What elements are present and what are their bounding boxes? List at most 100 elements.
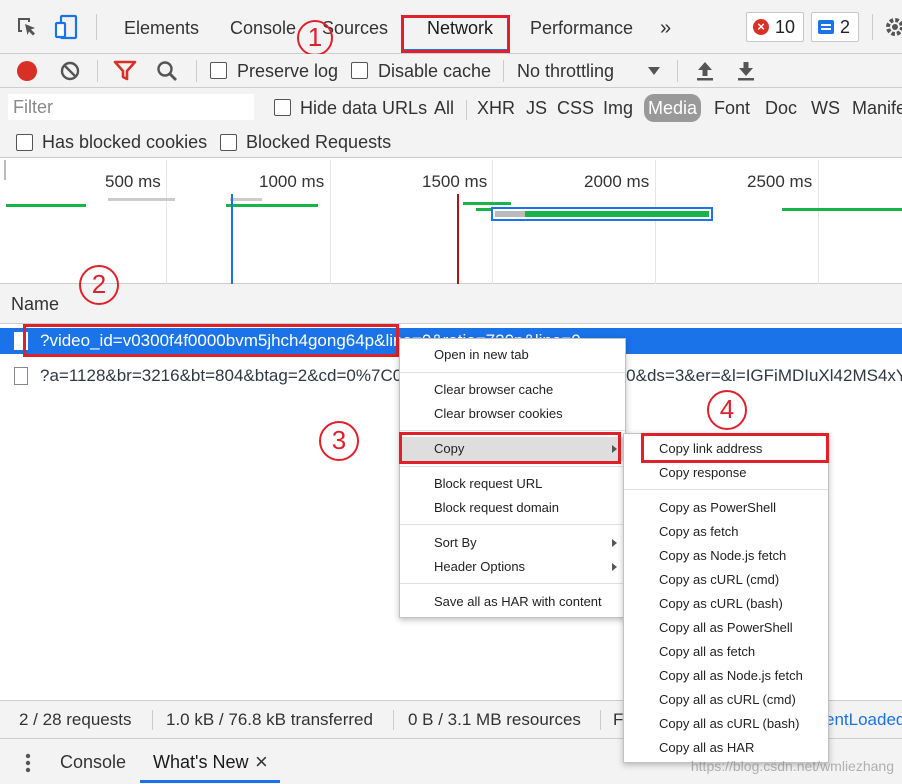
timeline-bar	[6, 204, 86, 207]
tab-elements[interactable]: Elements	[124, 0, 199, 54]
errors-badge[interactable]: × 10	[746, 12, 805, 42]
hide-data-urls-label: Hide data URLs	[300, 98, 428, 118]
gridline	[492, 160, 493, 284]
divider	[466, 100, 467, 120]
type-filter-all[interactable]: All	[434, 94, 454, 122]
tick-label: 2500 ms	[747, 172, 813, 191]
filter-icon[interactable]	[113, 60, 137, 82]
drawer-menu-icon[interactable]	[24, 752, 32, 774]
menu-separator	[400, 583, 625, 584]
type-filter-font[interactable]: Font	[714, 94, 750, 122]
menu-item-copy-link-address[interactable]: Copy link address	[624, 437, 828, 461]
menu-item-copy-all-fetch[interactable]: Copy all as fetch	[624, 640, 828, 664]
more-tabs-button[interactable]: »	[660, 0, 671, 54]
type-filter-manifest[interactable]: Manife	[852, 94, 902, 122]
menu-item-sort-by[interactable]: Sort By	[400, 531, 625, 555]
type-filter-ws[interactable]: WS	[811, 94, 840, 122]
dom-content-loaded-time: entLoaded	[825, 710, 902, 729]
menu-item-copy-node-fetch[interactable]: Copy as Node.js fetch	[624, 544, 828, 568]
watermark: https://blog.csdn.net/wmliezhang	[690, 758, 894, 774]
throttling-select[interactable]: No throttling	[517, 54, 614, 88]
close-icon[interactable]: ×	[255, 739, 268, 784]
search-icon[interactable]	[155, 59, 179, 83]
menu-item-clear-cache[interactable]: Clear browser cache	[400, 378, 625, 402]
disable-cache-label: Disable cache	[378, 61, 492, 81]
drawer-active-indicator	[140, 780, 280, 783]
submenu-arrow-icon	[612, 539, 617, 547]
type-filter-css[interactable]: CSS	[557, 94, 594, 122]
tab-performance[interactable]: Performance	[530, 0, 633, 54]
divider	[152, 710, 153, 730]
gridline	[4, 160, 6, 180]
clear-icon[interactable]	[59, 60, 81, 82]
type-filter-xhr[interactable]: XHR	[477, 94, 515, 122]
menu-item-save-har[interactable]: Save all as HAR with content	[400, 590, 625, 614]
has-blocked-cookies-checkbox[interactable]	[16, 134, 33, 151]
settings-gear-icon[interactable]	[884, 16, 902, 38]
annotation-number-4: 4	[707, 390, 747, 430]
record-icon[interactable]	[17, 61, 37, 81]
drawer-tab-console[interactable]: Console	[60, 739, 126, 784]
network-overview[interactable]: 500 ms 1000 ms 1500 ms 2000 ms 2500 ms	[0, 160, 902, 284]
menu-item-copy-all-curl-bash[interactable]: Copy all as cURL (bash)	[624, 712, 828, 736]
gridline	[818, 160, 819, 284]
divider	[196, 60, 197, 82]
dom-content-loaded-marker	[231, 194, 233, 284]
import-har-icon[interactable]	[694, 59, 716, 83]
tick-label: 1500 ms	[422, 172, 488, 191]
media-file-icon	[14, 367, 28, 385]
type-filter-media[interactable]: Media	[644, 94, 702, 122]
has-blocked-cookies-label: Has blocked cookies	[42, 132, 208, 152]
disable-cache-checkbox[interactable]	[351, 62, 368, 79]
menu-item-copy-powershell[interactable]: Copy as PowerShell	[624, 496, 828, 520]
export-har-icon[interactable]	[735, 59, 757, 83]
request-context-menu: Open in new tab Clear browser cache Clea…	[399, 338, 626, 618]
timeline-bar	[108, 198, 175, 201]
type-filter-doc[interactable]: Doc	[765, 94, 797, 122]
menu-item-block-domain[interactable]: Block request domain	[400, 496, 625, 520]
gridline	[166, 160, 167, 284]
type-filter-js[interactable]: JS	[526, 94, 547, 122]
divider	[97, 60, 98, 82]
selected-request-bar	[491, 207, 713, 221]
menu-item-copy[interactable]: Copy	[400, 437, 625, 461]
menu-item-open-new-tab[interactable]: Open in new tab	[400, 343, 625, 367]
tab-console[interactable]: Console	[230, 0, 296, 54]
load-event-marker	[457, 194, 459, 284]
tick-label: 2000 ms	[584, 172, 650, 191]
type-filter-img[interactable]: Img	[603, 94, 633, 122]
waiting-segment	[495, 211, 525, 217]
menu-item-copy-curl-bash[interactable]: Copy as cURL (bash)	[624, 592, 828, 616]
tab-network[interactable]: Network	[427, 0, 493, 54]
blocked-requests-checkbox[interactable]	[220, 134, 237, 151]
media-file-icon	[14, 332, 28, 350]
hide-data-urls-checkbox[interactable]	[274, 99, 291, 116]
menu-item-copy-all-powershell[interactable]: Copy all as PowerShell	[624, 616, 828, 640]
dropdown-arrow-icon[interactable]	[648, 67, 660, 75]
divider	[600, 710, 601, 730]
menu-item-copy-all-har[interactable]: Copy all as HAR	[624, 736, 828, 760]
menu-separator	[400, 430, 625, 431]
tab-sources[interactable]: Sources	[322, 0, 388, 54]
filter-input[interactable]	[8, 94, 254, 120]
menu-item-copy-fetch[interactable]: Copy as fetch	[624, 520, 828, 544]
menu-item-copy-all-curl-cmd[interactable]: Copy all as cURL (cmd)	[624, 688, 828, 712]
annotation-number-1: 1	[297, 20, 333, 56]
menu-item-header-options[interactable]: Header Options	[400, 555, 625, 579]
submenu-arrow-icon	[612, 445, 617, 453]
menu-item-copy-curl-cmd[interactable]: Copy as cURL (cmd)	[624, 568, 828, 592]
annotation-number-3: 3	[319, 421, 359, 461]
menu-item-header-options-label: Header Options	[434, 559, 526, 574]
divider	[96, 14, 97, 40]
drawer-tab-whats-new[interactable]: What's New	[153, 739, 248, 784]
inspect-element-icon[interactable]	[16, 16, 38, 38]
name-column-header[interactable]: Name	[11, 294, 59, 315]
messages-badge[interactable]: 2	[811, 12, 860, 42]
menu-item-clear-cookies[interactable]: Clear browser cookies	[400, 402, 625, 426]
menu-item-copy-all-node-fetch[interactable]: Copy all as Node.js fetch	[624, 664, 828, 688]
preserve-log-checkbox[interactable]	[210, 62, 227, 79]
requests-header: Name	[0, 284, 902, 324]
menu-item-copy-response[interactable]: Copy response	[624, 461, 828, 485]
device-toolbar-icon[interactable]	[54, 14, 80, 40]
menu-item-block-url[interactable]: Block request URL	[400, 472, 625, 496]
